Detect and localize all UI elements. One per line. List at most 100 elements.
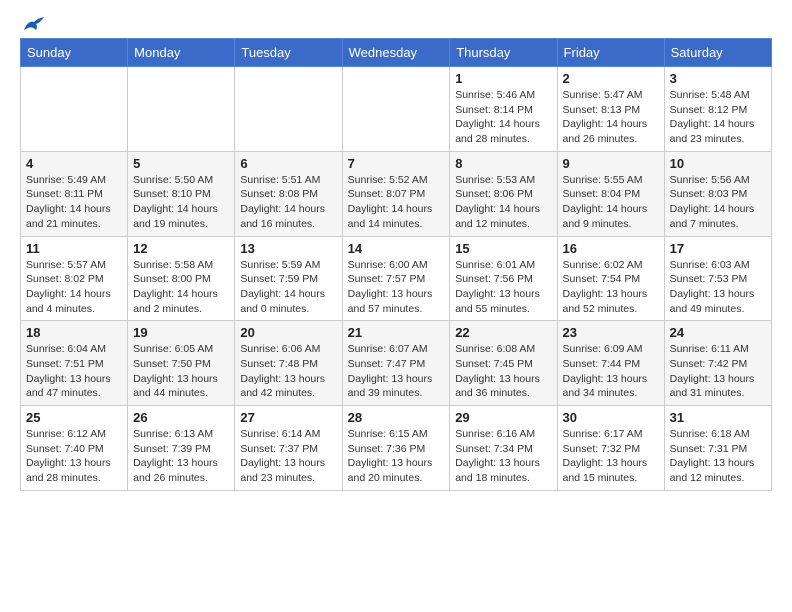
calendar-cell: 15 Sunrise: 6:01 AMSunset: 7:56 PMDayligh… <box>450 236 557 321</box>
day-number: 1 <box>455 71 551 86</box>
calendar-cell: 10 Sunrise: 5:56 AMSunset: 8:03 PMDayligh… <box>664 151 771 236</box>
calendar-table: SundayMondayTuesdayWednesdayThursdayFrid… <box>20 38 772 491</box>
day-number: 17 <box>670 241 766 256</box>
day-info: Sunrise: 5:47 AMSunset: 8:13 PMDaylight:… <box>563 88 659 147</box>
calendar-cell: 30 Sunrise: 6:17 AMSunset: 7:32 PMDayligh… <box>557 406 664 491</box>
calendar-cell: 31 Sunrise: 6:18 AMSunset: 7:31 PMDayligh… <box>664 406 771 491</box>
calendar-week-row: 1 Sunrise: 5:46 AMSunset: 8:14 PMDaylight… <box>21 67 772 152</box>
day-info: Sunrise: 6:15 AMSunset: 7:36 PMDaylight:… <box>348 427 445 486</box>
day-number: 23 <box>563 325 659 340</box>
calendar-cell: 26Sunrise: 6:13 AMSunset: 7:39 PMDayligh… <box>128 406 235 491</box>
calendar-cell: 5 Sunrise: 5:50 AMSunset: 8:10 PMDaylight… <box>128 151 235 236</box>
calendar-cell: 21 Sunrise: 6:07 AMSunset: 7:47 PMDayligh… <box>342 321 450 406</box>
day-number: 7 <box>348 156 445 171</box>
day-info: Sunrise: 6:11 AMSunset: 7:42 PMDaylight:… <box>670 342 766 401</box>
calendar-cell: 25 Sunrise: 6:12 AMSunset: 7:40 PMDayligh… <box>21 406 128 491</box>
day-info: Sunrise: 5:50 AMSunset: 8:10 PMDaylight:… <box>133 173 229 232</box>
weekday-header-tuesday: Tuesday <box>235 39 342 67</box>
calendar-cell: 23 Sunrise: 6:09 AMSunset: 7:44 PMDayligh… <box>557 321 664 406</box>
weekday-header-sunday: Sunday <box>21 39 128 67</box>
day-info: Sunrise: 6:03 AMSunset: 7:53 PMDaylight:… <box>670 258 766 317</box>
day-number: 15 <box>455 241 551 256</box>
day-info: Sunrise: 6:18 AMSunset: 7:31 PMDaylight:… <box>670 427 766 486</box>
day-info: Sunrise: 6:02 AMSunset: 7:54 PMDaylight:… <box>563 258 659 317</box>
day-info: Sunrise: 5:51 AMSunset: 8:08 PMDaylight:… <box>240 173 336 232</box>
day-number: 8 <box>455 156 551 171</box>
calendar-cell <box>128 67 235 152</box>
day-info: Sunrise: 5:57 AMSunset: 8:02 PMDaylight:… <box>26 258 122 317</box>
day-number: 13 <box>240 241 336 256</box>
day-number: 3 <box>670 71 766 86</box>
day-info: Sunrise: 6:09 AMSunset: 7:44 PMDaylight:… <box>563 342 659 401</box>
calendar-cell: 22 Sunrise: 6:08 AMSunset: 7:45 PMDayligh… <box>450 321 557 406</box>
calendar-cell: 18Sunrise: 6:04 AMSunset: 7:51 PMDayligh… <box>21 321 128 406</box>
calendar-cell: 9 Sunrise: 5:55 AMSunset: 8:04 PMDaylight… <box>557 151 664 236</box>
weekday-header-saturday: Saturday <box>664 39 771 67</box>
calendar-week-row: 4 Sunrise: 5:49 AMSunset: 8:11 PMDaylight… <box>21 151 772 236</box>
day-info: Sunrise: 5:46 AMSunset: 8:14 PMDaylight:… <box>455 88 551 147</box>
day-info: Sunrise: 5:56 AMSunset: 8:03 PMDaylight:… <box>670 173 766 232</box>
day-info: Sunrise: 6:00 AMSunset: 7:57 PMDaylight:… <box>348 258 445 317</box>
calendar-header-row: SundayMondayTuesdayWednesdayThursdayFrid… <box>21 39 772 67</box>
day-number: 21 <box>348 325 445 340</box>
calendar-cell: 12 Sunrise: 5:58 AMSunset: 8:00 PMDayligh… <box>128 236 235 321</box>
day-info: Sunrise: 6:12 AMSunset: 7:40 PMDaylight:… <box>26 427 122 486</box>
day-number: 14 <box>348 241 445 256</box>
day-info: Sunrise: 5:58 AMSunset: 8:00 PMDaylight:… <box>133 258 229 317</box>
day-number: 25 <box>26 410 122 425</box>
calendar-cell: 6 Sunrise: 5:51 AMSunset: 8:08 PMDaylight… <box>235 151 342 236</box>
calendar-cell: 28 Sunrise: 6:15 AMSunset: 7:36 PMDayligh… <box>342 406 450 491</box>
calendar-cell: 24 Sunrise: 6:11 AMSunset: 7:42 PMDayligh… <box>664 321 771 406</box>
day-number: 31 <box>670 410 766 425</box>
calendar-cell: 2 Sunrise: 5:47 AMSunset: 8:13 PMDaylight… <box>557 67 664 152</box>
day-number: 2 <box>563 71 659 86</box>
day-info: Sunrise: 6:17 AMSunset: 7:32 PMDaylight:… <box>563 427 659 486</box>
day-info: Sunrise: 5:52 AMSunset: 8:07 PMDaylight:… <box>348 173 445 232</box>
calendar-cell: 20Sunrise: 6:06 AMSunset: 7:48 PMDayligh… <box>235 321 342 406</box>
calendar-cell: 29 Sunrise: 6:16 AMSunset: 7:34 PMDayligh… <box>450 406 557 491</box>
day-info: Sunrise: 5:53 AMSunset: 8:06 PMDaylight:… <box>455 173 551 232</box>
page-header <box>20 16 772 28</box>
day-number: 16 <box>563 241 659 256</box>
day-info: Sunrise: 5:48 AMSunset: 8:12 PMDaylight:… <box>670 88 766 147</box>
calendar-cell: 19 Sunrise: 6:05 AMSunset: 7:50 PMDayligh… <box>128 321 235 406</box>
calendar-cell <box>342 67 450 152</box>
day-number: 12 <box>133 241 229 256</box>
day-number: 6 <box>240 156 336 171</box>
day-info: Sunrise: 6:01 AMSunset: 7:56 PMDaylight:… <box>455 258 551 317</box>
weekday-header-monday: Monday <box>128 39 235 67</box>
logo <box>20 16 44 28</box>
calendar-cell: 13Sunrise: 5:59 AMSunset: 7:59 PMDayligh… <box>235 236 342 321</box>
day-number: 4 <box>26 156 122 171</box>
day-info: Sunrise: 6:08 AMSunset: 7:45 PMDaylight:… <box>455 342 551 401</box>
day-number: 24 <box>670 325 766 340</box>
day-number: 20 <box>240 325 336 340</box>
day-info: Sunrise: 6:05 AMSunset: 7:50 PMDaylight:… <box>133 342 229 401</box>
calendar-cell: 16 Sunrise: 6:02 AMSunset: 7:54 PMDayligh… <box>557 236 664 321</box>
calendar-cell: 14 Sunrise: 6:00 AMSunset: 7:57 PMDayligh… <box>342 236 450 321</box>
day-number: 22 <box>455 325 551 340</box>
logo-bird-icon <box>22 16 44 34</box>
day-info: Sunrise: 6:16 AMSunset: 7:34 PMDaylight:… <box>455 427 551 486</box>
day-info: Sunrise: 6:13 AMSunset: 7:39 PMDaylight:… <box>133 427 229 486</box>
day-number: 10 <box>670 156 766 171</box>
day-info: Sunrise: 6:07 AMSunset: 7:47 PMDaylight:… <box>348 342 445 401</box>
calendar-cell: 7 Sunrise: 5:52 AMSunset: 8:07 PMDaylight… <box>342 151 450 236</box>
day-info: Sunrise: 5:49 AMSunset: 8:11 PMDaylight:… <box>26 173 122 232</box>
calendar-cell: 11Sunrise: 5:57 AMSunset: 8:02 PMDayligh… <box>21 236 128 321</box>
calendar-week-row: 18Sunrise: 6:04 AMSunset: 7:51 PMDayligh… <box>21 321 772 406</box>
calendar-cell: 4 Sunrise: 5:49 AMSunset: 8:11 PMDaylight… <box>21 151 128 236</box>
day-number: 9 <box>563 156 659 171</box>
weekday-header-friday: Friday <box>557 39 664 67</box>
calendar-cell <box>21 67 128 152</box>
day-number: 5 <box>133 156 229 171</box>
calendar-cell: 1 Sunrise: 5:46 AMSunset: 8:14 PMDaylight… <box>450 67 557 152</box>
day-number: 27 <box>240 410 336 425</box>
day-number: 28 <box>348 410 445 425</box>
day-info: Sunrise: 5:55 AMSunset: 8:04 PMDaylight:… <box>563 173 659 232</box>
calendar-cell: 3 Sunrise: 5:48 AMSunset: 8:12 PMDaylight… <box>664 67 771 152</box>
day-number: 30 <box>563 410 659 425</box>
day-number: 29 <box>455 410 551 425</box>
day-info: Sunrise: 6:14 AMSunset: 7:37 PMDaylight:… <box>240 427 336 486</box>
day-number: 19 <box>133 325 229 340</box>
